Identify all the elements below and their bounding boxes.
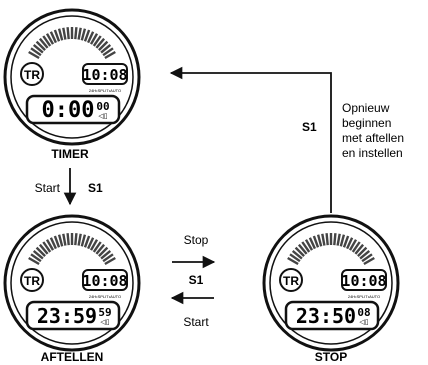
sub-display: 59 <box>98 306 111 319</box>
tr-icon-label: TR <box>24 68 40 82</box>
note-line-3: met aftellen <box>342 131 404 145</box>
tr-icon: TR <box>20 268 44 292</box>
watch-stop: TR 10:08 24H•SPLIT•AUTO 23:50 08 ◁▯ <box>262 214 400 352</box>
clock-display: 10:08 <box>82 272 127 290</box>
note-line-1: Opnieuw <box>342 101 390 115</box>
main-display: 23:50 <box>296 304 356 328</box>
note-restart: Opnieuw beginnen met aftellen en instell… <box>342 101 404 160</box>
watch-timer: TR 10:08 24H•SPLIT•AUTO 0:00 00 ◁▯ <box>3 8 141 146</box>
tr-icon: TR <box>20 62 44 86</box>
tr-icon: TR <box>279 268 303 292</box>
note-line-2: beginnen <box>342 116 391 130</box>
label-s1-3: S1 <box>302 120 317 134</box>
dial-tick <box>74 27 78 40</box>
clock-display: 10:08 <box>341 272 386 290</box>
arrow-stop-to-timer <box>169 66 332 213</box>
label-s1-2: S1 <box>189 273 204 287</box>
sub-display: 08 <box>357 306 370 319</box>
mode-label: 24H•SPLIT•AUTO <box>89 294 121 299</box>
sound-icon: ◁▯ <box>100 319 109 326</box>
label-start-2: Start <box>183 315 209 329</box>
dial-tick <box>74 233 78 246</box>
sub-display: 00 <box>96 100 109 113</box>
tr-icon-label: TR <box>283 274 299 288</box>
flow-diagram: TR 10:08 24H•SPLIT•AUTO 0:00 00 ◁▯ TIMER… <box>3 8 404 364</box>
main-display: 23:59 <box>37 304 97 328</box>
sound-icon: ◁▯ <box>98 113 107 120</box>
main-display: 0:00 <box>42 98 95 123</box>
dial-tick <box>333 233 337 246</box>
label-s1-1: S1 <box>88 181 103 195</box>
watch-aftellen: TR 10:08 24H•SPLIT•AUTO 23:59 59 ◁▯ <box>3 214 141 352</box>
clock-display: 10:08 <box>82 66 127 84</box>
label-stop: Stop <box>184 233 209 247</box>
mode-label: 24H•SPLIT•AUTO <box>89 88 121 93</box>
dial-tick <box>66 27 70 40</box>
label-start-1: Start <box>35 181 61 195</box>
sound-icon: ◁▯ <box>359 319 368 326</box>
dial-tick <box>325 233 329 246</box>
tr-icon-label: TR <box>24 274 40 288</box>
note-line-4: en instellen <box>342 146 403 160</box>
caption-aftellen: AFTELLEN <box>41 350 104 364</box>
dial-tick <box>66 233 70 246</box>
mode-label: 24H•SPLIT•AUTO <box>348 294 380 299</box>
caption-timer: TIMER <box>51 147 89 161</box>
caption-stop: STOP <box>315 350 347 364</box>
